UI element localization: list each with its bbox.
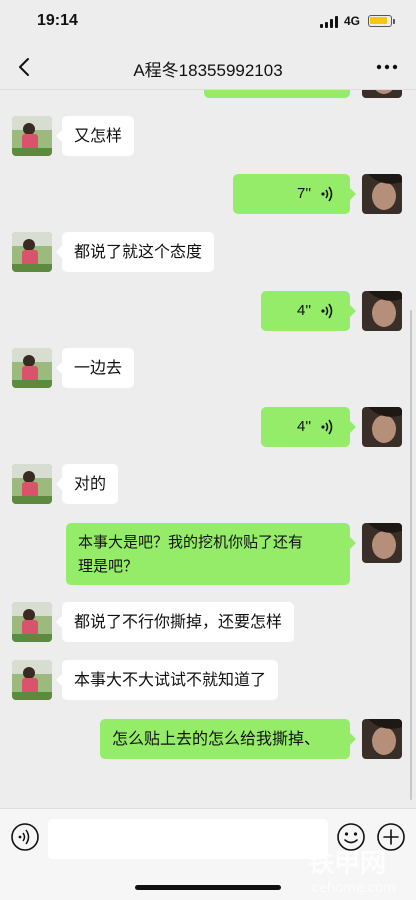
message-text: 又怎样 (74, 126, 123, 145)
my-avatar[interactable] (362, 523, 402, 563)
back-button[interactable] (10, 52, 40, 82)
battery-icon (368, 15, 392, 27)
voice-wave-icon (319, 417, 335, 437)
message-bubble-incoming[interactable]: 又怎样 (55, 116, 135, 156)
voice-duration: 4'' (297, 418, 312, 435)
voice-wave-icon (319, 184, 335, 204)
my-avatar[interactable] (362, 719, 402, 759)
my-avatar[interactable] (362, 291, 402, 331)
contact-avatar[interactable] (12, 348, 52, 388)
my-avatar[interactable] (362, 407, 402, 447)
voice-mode-button[interactable] (10, 822, 40, 852)
message-input[interactable] (48, 819, 328, 859)
message-bubble-partial[interactable] (204, 90, 350, 98)
message-text: 都说了不行你撕掉，还要怎样 (74, 612, 283, 631)
status-bar: 19:14 4G (0, 0, 416, 44)
watermark-logo: 铁甲网 cehome.com (300, 842, 416, 900)
message-bubble-outgoing[interactable]: 本事大是吧？我的挖机你贴了还有 理是吧？ (66, 523, 356, 585)
contact-avatar[interactable] (12, 602, 52, 642)
message-text: 对的 (74, 474, 107, 493)
voice-duration: 7'' (297, 185, 312, 202)
status-time: 19:14 (37, 12, 78, 29)
watermark-text: 铁甲网 (308, 848, 386, 879)
home-indicator[interactable] (135, 885, 281, 890)
chevron-left-icon (19, 58, 29, 76)
voice-message-bubble[interactable]: 4'' (261, 291, 356, 331)
battery-tip (393, 19, 395, 24)
voice-message-bubble[interactable]: 4'' (261, 407, 356, 447)
my-avatar[interactable] (362, 174, 402, 214)
watermark-subtext: cehome.com (312, 881, 396, 896)
voice-wave-icon (319, 301, 335, 321)
signal-icon (320, 16, 340, 28)
my-avatar[interactable] (362, 90, 402, 98)
contact-avatar[interactable] (12, 464, 52, 504)
message-text-line: 本事大是吧？我的挖机你贴了还有 (78, 533, 304, 551)
more-dots-icon (376, 64, 398, 70)
message-text: 本事大不大试试不就知道了 (74, 670, 267, 689)
voice-duration: 4'' (297, 302, 312, 319)
contact-avatar[interactable] (12, 232, 52, 272)
message-text: 怎么贴上去的怎么给我撕掉、 (112, 729, 321, 748)
message-text-line: 理是吧？ (78, 557, 139, 575)
scrollbar[interactable] (410, 310, 412, 800)
message-bubble-incoming[interactable]: 对的 (55, 464, 119, 504)
message-bubble-outgoing[interactable]: 怎么贴上去的怎么给我撕掉、 (100, 719, 356, 759)
message-list[interactable]: 又怎样 7'' 都说了就这个态度 4'' 一边去 4'' 对的 本事大是吧？我的… (0, 90, 416, 808)
chat-title: A程冬18355992103 (133, 61, 283, 80)
voice-message-bubble[interactable]: 7'' (233, 174, 356, 214)
message-bubble-incoming[interactable]: 都说了就这个态度 (55, 232, 215, 272)
message-bubble-incoming[interactable]: 本事大不大试试不就知道了 (55, 660, 279, 700)
chat-header: A程冬18355992103 (0, 44, 416, 90)
more-button[interactable] (372, 54, 402, 80)
message-text: 都说了就这个态度 (74, 242, 203, 261)
network-type: 4G (344, 14, 361, 28)
voice-mode-icon (11, 823, 39, 851)
contact-avatar[interactable] (12, 116, 52, 156)
message-bubble-incoming[interactable]: 都说了不行你撕掉，还要怎样 (55, 602, 295, 642)
contact-avatar[interactable] (12, 660, 52, 700)
message-text: 一边去 (74, 358, 123, 377)
message-bubble-incoming[interactable]: 一边去 (55, 348, 135, 388)
